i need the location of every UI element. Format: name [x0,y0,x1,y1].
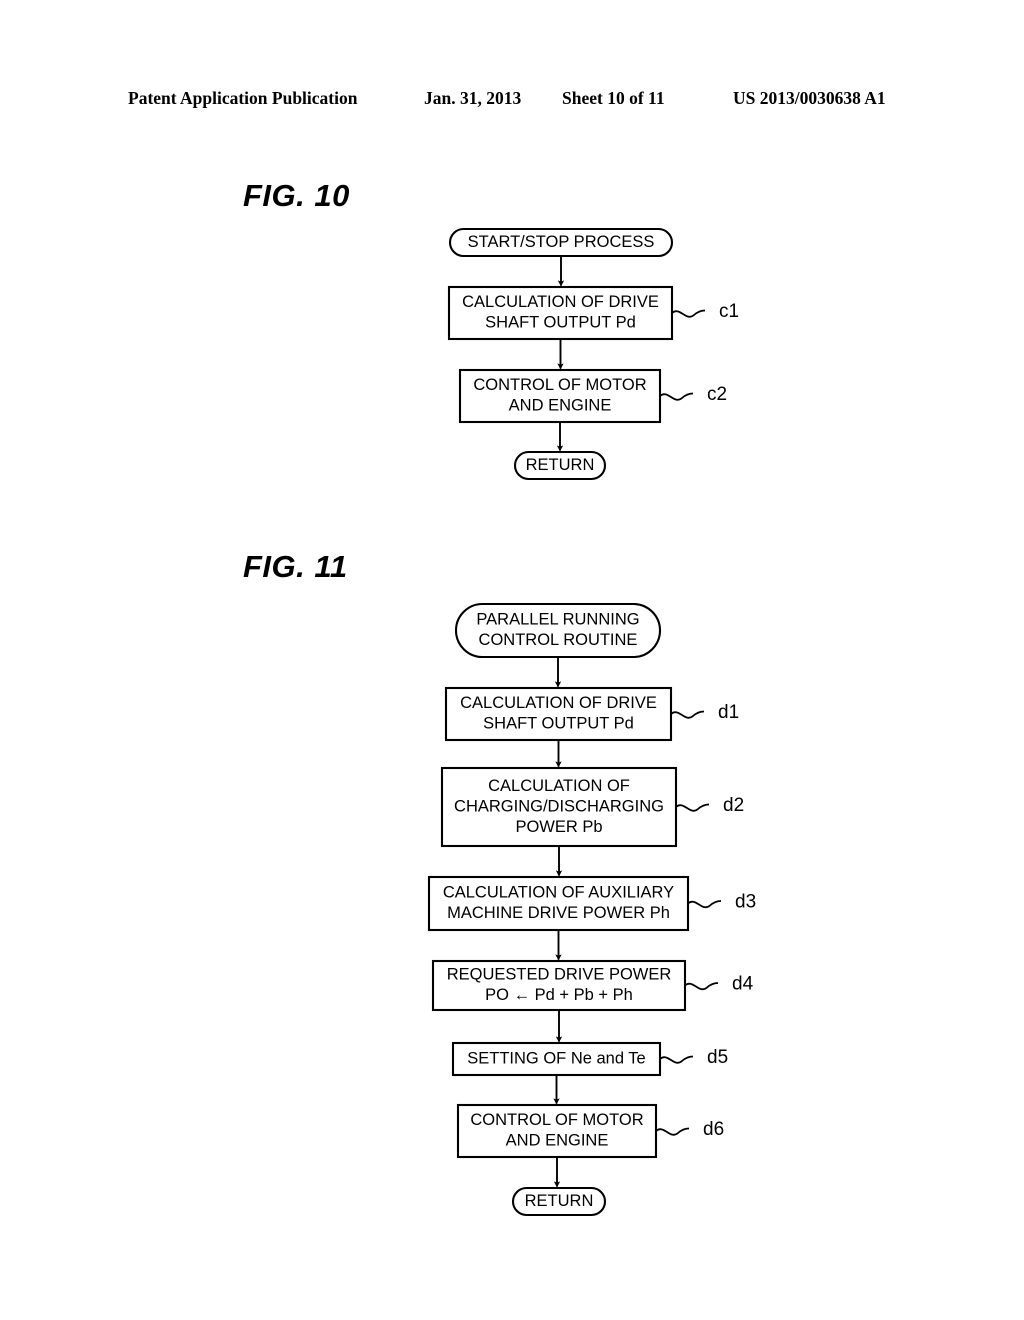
step-reference-label: d6 [703,1119,724,1140]
node-text-line: CALCULATION OF AUXILIARY [443,884,674,902]
reference-leader-line [675,803,710,812]
node-text-line: CALCULATION OF DRIVE [460,694,657,712]
step-reference-label: d4 [732,974,754,995]
step-reference-label: c2 [707,384,727,405]
node-text-line: RETURN [526,456,595,474]
node-text-line: START/STOP PROCESS [468,233,655,251]
reference-leader-line [655,1127,690,1136]
reference-leader-line [671,309,706,318]
node-text-line: POWER Pb [515,818,602,836]
reference-leader-line [684,982,719,991]
step-reference-label: d1 [718,702,739,723]
node-text-line: RETURN [525,1192,594,1210]
patent-figure-sheet: Patent Application Publication Jan. 31, … [0,0,1024,1320]
step-reference-label: d2 [723,795,744,816]
node-text-line: REQUESTED DRIVE POWER [447,966,672,984]
node-text-line: CONTROL ROUTINE [479,631,638,649]
reference-leader-line [687,900,722,909]
step-reference-label: d5 [707,1047,728,1068]
node-text-line: SHAFT OUTPUT Pd [485,314,636,332]
node-text-line: CONTROL OF MOTOR [470,1111,643,1129]
node-text-line: CHARGING/DISCHARGING [454,797,664,815]
node-text-line: SETTING OF Ne and Te [467,1049,646,1067]
figure-11-flowchart: PARALLEL RUNNING CONTROL ROUTINE CALCULATI… [427,602,756,1217]
node-text-line: CONTROL OF MOTOR [473,376,646,394]
step-reference-label: d3 [735,892,756,913]
node-text-line: MACHINE DRIVE POWER Ph [447,904,670,922]
reference-leader-line [659,1055,694,1064]
reference-leader-line [659,392,694,401]
node-text-line: SHAFT OUTPUT Pd [483,715,634,733]
step-reference-label: c1 [719,301,739,322]
node-text-line: AND ENGINE [506,1132,609,1150]
node-text-line: CALCULATION OF DRIVE [462,293,659,311]
node-text-line: PARALLEL RUNNING [476,611,639,629]
node-text-line: PO ← Pd + Pb + Ph [485,986,633,1004]
figure-10-flowchart: START/STOP PROCESS CALCULATION OF DRIVE SH… [447,227,739,481]
reference-leader-line [670,710,705,719]
node-text-line: CALCULATION OF [488,777,630,795]
node-text-line: AND ENGINE [509,397,612,415]
flowchart-canvas: START/STOP PROCESS CALCULATION OF DRIVE SH… [427,227,756,1217]
